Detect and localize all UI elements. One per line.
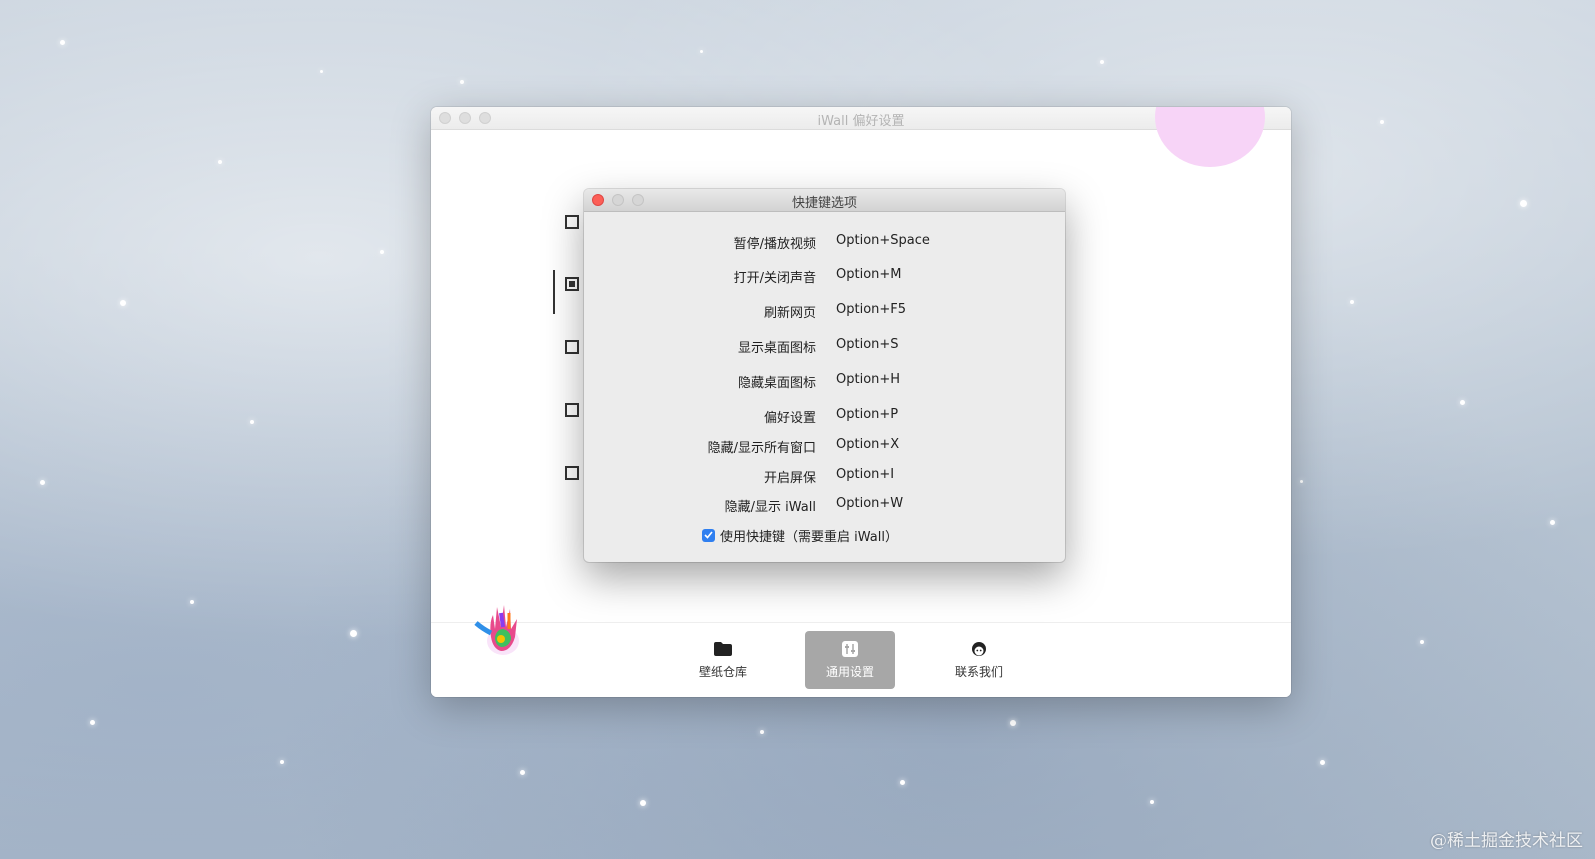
selection-indicator [553,270,555,314]
shortcut-key[interactable]: Option+H [836,372,900,387]
contact-face-icon [971,641,987,657]
shortcut-row: 暂停/播放视频 Option+Space [584,233,1065,253]
nav-contact-us[interactable]: 联系我们 [934,631,1024,689]
dialog-titlebar[interactable]: 快捷键选项 [584,189,1065,212]
bottom-nav-bar: 壁纸仓库 通用设置 联系我们 [431,605,1291,697]
decorative-pink-circle [1155,107,1265,167]
shortcut-options-dialog: 快捷键选项 暂停/播放视频 Option+Space 打开/关闭声音 Optio… [584,189,1065,562]
shortcut-label: 隐藏/显示 iWall [724,500,816,515]
rainbow-hand-logo-icon [474,605,519,655]
nav-label: 壁纸仓库 [698,664,747,679]
shortcut-label: 隐藏桌面图标 [737,376,816,391]
shortcut-label: 开启屏保 [763,471,816,486]
settings-sliders-icon [842,640,858,657]
shortcut-label: 隐藏/显示所有窗口 [707,441,816,456]
dialog-title: 快捷键选项 [791,196,857,211]
shortcut-key[interactable]: Option+X [836,437,899,452]
option-checkbox[interactable] [565,403,579,417]
shortcut-key[interactable]: Option+P [836,407,898,422]
shortcut-label: 偏好设置 [763,411,816,426]
shortcut-key[interactable]: Option+M [836,267,902,282]
nav-general-settings[interactable]: 通用设置 [805,631,895,689]
shortcut-key[interactable]: Option+Space [836,233,930,248]
shortcut-key[interactable]: Option+F5 [836,302,906,317]
shortcut-row: 刷新网页 Option+F5 [584,302,1065,322]
shortcut-row: 隐藏/显示 iWall Option+W [584,496,1065,516]
folder-icon [714,641,732,657]
shortcut-key[interactable]: Option+S [836,337,899,352]
use-shortcut-toggle[interactable]: 使用快捷键（需要重启 iWall） [702,526,898,545]
shortcut-row: 隐藏/显示所有窗口 Option+X [584,437,1065,457]
nav-label: 通用设置 [825,664,874,679]
nav-wallpaper-library[interactable]: 壁纸仓库 [678,631,768,689]
option-checkbox[interactable] [565,340,579,354]
shortcut-row: 开启屏保 Option+I [584,467,1065,487]
shortcut-row: 打开/关闭声音 Option+M [584,267,1065,287]
option-checkbox[interactable] [565,466,579,480]
use-shortcut-checkbox[interactable] [702,528,715,542]
shortcut-key[interactable]: Option+W [836,496,903,511]
shortcut-label: 显示桌面图标 [737,341,816,356]
use-shortcut-label: 使用快捷键（需要重启 iWall） [720,529,898,545]
watermark: @稀土掘金技术社区 [1430,831,1583,851]
shortcut-key[interactable]: Option+I [836,467,894,482]
nav-label: 联系我们 [954,664,1003,679]
shortcut-label: 刷新网页 [763,306,816,321]
shortcut-row: 偏好设置 Option+P [584,407,1065,427]
shortcut-row: 显示桌面图标 Option+S [584,337,1065,357]
shortcut-label: 打开/关闭声音 [733,271,816,286]
option-checkbox[interactable] [565,215,579,229]
shortcut-row: 隐藏桌面图标 Option+H [584,372,1065,392]
shortcut-label: 暂停/播放视频 [733,237,816,252]
option-checkbox[interactable] [565,277,579,291]
